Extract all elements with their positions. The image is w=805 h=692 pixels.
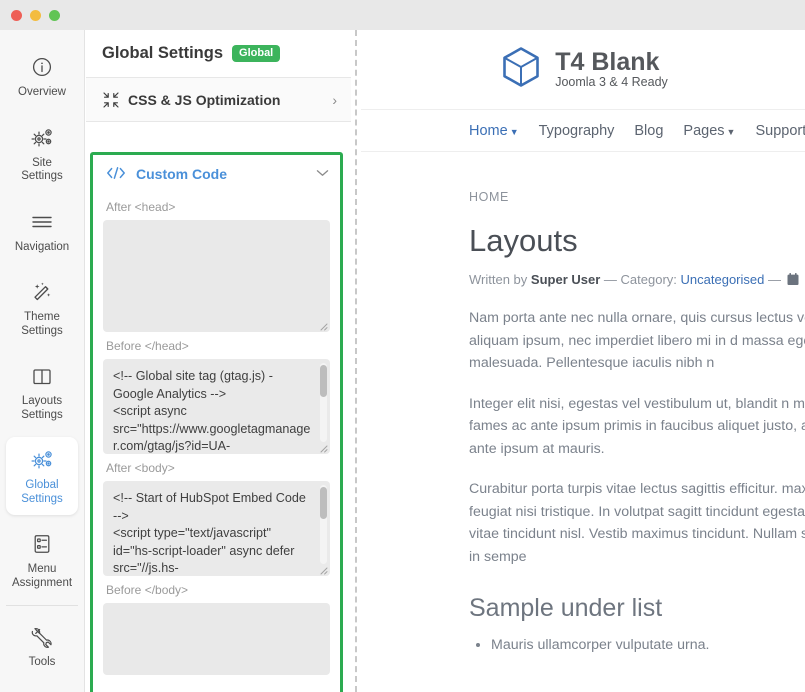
nav-item-support[interactable]: Support (755, 123, 805, 139)
window-titlebar (0, 0, 805, 30)
before-head-textarea[interactable] (103, 359, 330, 454)
columns-icon (8, 362, 76, 390)
row-label: CSS & JS Optimization (128, 92, 332, 108)
site-logo-tagline: Joomla 3 & 4 Ready (555, 75, 668, 90)
custom-code-title: Custom Code (136, 166, 316, 182)
field-wrap-before-head (103, 359, 330, 454)
list-item: Mauris ullamcorper vulputate urna. (491, 633, 805, 657)
panel-header: Global Settings Global (86, 30, 351, 78)
sidebar-divider (6, 605, 78, 606)
scrollbar-thumb[interactable] (320, 487, 327, 519)
minimize-window-button[interactable] (30, 10, 41, 21)
sidebar-item-layouts-settings[interactable]: LayoutsSettings (6, 353, 78, 431)
sidebar-item-overview[interactable]: Overview (6, 44, 78, 109)
meta-category-label: Category: (621, 272, 677, 287)
sidebar-item-global-settings[interactable]: GlobalSettings (6, 437, 78, 515)
sidebar-item-label: Navigation (8, 241, 76, 255)
sidebar-item-label: Overview (8, 86, 76, 100)
meta-author: Super User (531, 272, 600, 287)
field-wrap-after-body (103, 481, 330, 576)
sidebar-item-label: LayoutsSettings (8, 395, 76, 422)
site-logo[interactable]: T4 Blank Joomla 3 & 4 Ready (498, 44, 668, 95)
scrollbar-thumb[interactable] (320, 365, 327, 397)
maximize-window-button[interactable] (49, 10, 60, 21)
meta-separator: — (768, 272, 781, 287)
sidebar-item-tools[interactable]: Tools (6, 614, 78, 679)
article-paragraph: Integer elit nisi, egestas vel vestibulu… (469, 393, 805, 461)
site-preview: T4 Blank Joomla 3 & 4 Ready Home▼ Typogr… (361, 30, 805, 692)
field-label-after-body: After <body> (93, 454, 340, 481)
breadcrumb[interactable]: HOME (469, 190, 805, 204)
meta-written-by-label: Written by (469, 272, 527, 287)
tools-icon (8, 623, 76, 651)
hamburger-icon (8, 208, 76, 236)
settings-panel: Global Settings Global CSS & JS Optimiza… (86, 30, 351, 692)
sidebar-item-theme-settings[interactable]: ThemeSettings (6, 269, 78, 347)
article-title: Layouts (469, 223, 805, 259)
chevron-right-icon: › (332, 92, 337, 108)
article-meta: Written by Super User — Category: Uncate… (469, 272, 805, 289)
sidebar-item-label: MenuAssignment (8, 563, 76, 590)
sidebar-item-menu-assignment[interactable]: MenuAssignment (6, 521, 78, 599)
site-nav: Home▼ Typography Blog Pages▼ Support (361, 110, 805, 152)
field-wrap-before-body (103, 603, 330, 675)
chevron-down-icon[interactable] (316, 168, 329, 180)
caret-down-icon: ▼ (510, 127, 519, 137)
info-circle-icon (8, 53, 76, 81)
gears-icon (8, 446, 76, 474)
custom-code-header[interactable]: Custom Code (93, 155, 340, 193)
nav-item-blog[interactable]: Blog (634, 123, 663, 139)
row-css-js-optimization[interactable]: CSS & JS Optimization › (86, 78, 351, 122)
panel-split-divider[interactable] (355, 30, 357, 692)
page-title: Global Settings (102, 44, 223, 63)
before-body-textarea[interactable] (103, 603, 330, 675)
nav-item-typography[interactable]: Typography (539, 123, 615, 139)
nav-item-pages[interactable]: Pages▼ (683, 123, 735, 139)
after-head-textarea[interactable] (103, 220, 330, 332)
status-badge: Global (232, 45, 280, 62)
app-window: Overview SiteSettings (0, 0, 805, 692)
site-logo-name: T4 Blank (555, 49, 668, 75)
after-body-textarea[interactable] (103, 481, 330, 576)
sidebar-item-label: SiteSettings (8, 157, 76, 184)
field-wrap-after-head (103, 220, 330, 332)
article-subheading: Sample under list (469, 594, 805, 623)
list-checklist-icon (8, 530, 76, 558)
sidebar-item-site-settings[interactable]: SiteSettings (6, 115, 78, 193)
field-label-after-head: After <head> (93, 193, 340, 220)
field-label-before-head: Before </head> (93, 332, 340, 359)
sidebar-item-label: GlobalSettings (8, 479, 76, 506)
caret-down-icon: ▼ (727, 127, 736, 137)
sidebar-item-navigation[interactable]: Navigation (6, 199, 78, 264)
sidebar-item-label: ThemeSettings (8, 311, 76, 338)
site-header: T4 Blank Joomla 3 & 4 Ready (361, 30, 805, 110)
close-window-button[interactable] (11, 10, 22, 21)
meta-separator: — (604, 272, 617, 287)
meta-category-link[interactable]: Uncategorised (681, 272, 765, 287)
compress-icon (102, 91, 128, 109)
cube-logo-icon (498, 44, 544, 95)
sidebar-rail: Overview SiteSettings (0, 30, 85, 692)
article-paragraph: Nam porta ante nec nulla ornare, quis cu… (469, 307, 805, 375)
magic-wand-icon (8, 278, 76, 306)
custom-code-card: Custom Code After <head> Before </head> (90, 152, 343, 692)
field-label-before-body: Before </body> (93, 576, 340, 603)
code-brackets-icon (106, 166, 126, 183)
gears-icon (8, 124, 76, 152)
sidebar-item-label: Tools (8, 656, 76, 670)
article-list: Mauris ullamcorper vulputate urna. (469, 633, 805, 657)
nav-item-home[interactable]: Home▼ (469, 123, 519, 139)
article-paragraph: Curabitur porta turpis vitae lectus sagi… (469, 478, 805, 568)
calendar-icon (787, 273, 799, 289)
article-body: HOME Layouts Written by Super User — Cat… (361, 152, 805, 657)
